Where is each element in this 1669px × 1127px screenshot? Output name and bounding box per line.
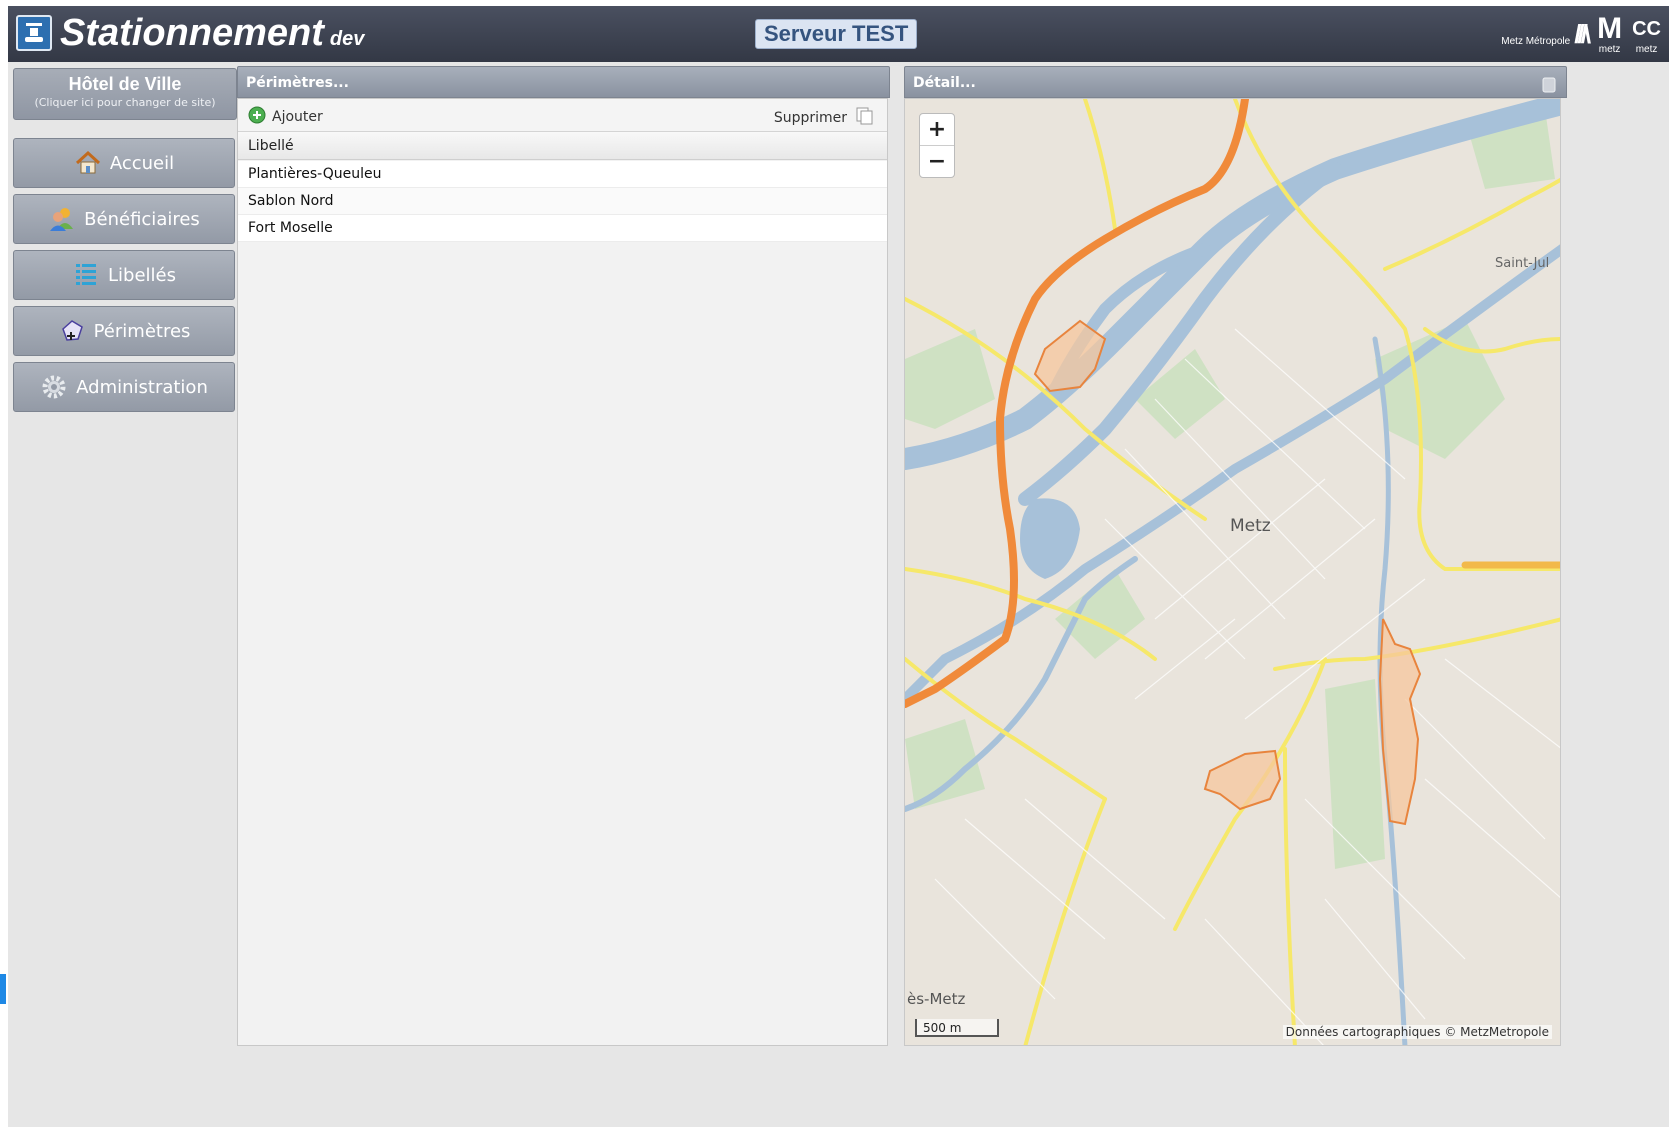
ccas-logo-text: metz (1635, 44, 1658, 55)
metz-metropole-logo-text: Metz Métropole (1501, 36, 1571, 47)
gear-icon (40, 373, 68, 401)
nav-beneficiaires-label: Bénéficiaires (84, 208, 200, 230)
site-hint: (Cliquer ici pour changer de site) (34, 96, 216, 109)
map-scale: 500 m (915, 1019, 999, 1037)
nav-libelles-label: Libellés (108, 264, 176, 286)
list-icon (72, 261, 100, 289)
map-attribution: Données cartographiques © MetzMetropole (1282, 1025, 1552, 1039)
delete-label: Supprimer (773, 110, 847, 126)
app-title: Stationnement dev (60, 10, 364, 62)
nav-administration-label: Administration (76, 376, 208, 398)
detail-panel-title: Détail... (913, 75, 976, 91)
table-row[interactable]: Plantières-Queuleu (238, 161, 887, 188)
ccas-icon: CC (1632, 18, 1661, 40)
table-row[interactable]: Sablon Nord (238, 188, 887, 215)
table-row[interactable]: Fort Moselle (238, 215, 887, 242)
metz-m-icon: M (1597, 12, 1623, 45)
add-button[interactable]: Ajouter (248, 106, 323, 128)
zoom-control: + − (919, 113, 955, 178)
add-label: Ajouter (272, 109, 323, 125)
nav-perimetres-label: Périmètres (93, 320, 191, 342)
nav-libelles-button[interactable]: Libellés (13, 250, 235, 300)
app-title-text: Stationnement (60, 12, 324, 54)
nav-perimetres-button[interactable]: Périmètres (13, 306, 235, 356)
perimetres-rows: Plantières-Queuleu Sablon Nord Fort Mose… (238, 161, 887, 242)
app-header: Stationnement dev Serveur TEST Metz Métro… (8, 6, 1669, 62)
partner-logos: Metz Métropole ///\ M metz CC metz (1501, 12, 1661, 56)
map-label-ne: Saint-Jul (1495, 256, 1549, 271)
perimetres-panel-header: Périmètres... (237, 66, 890, 98)
site-name: Hôtel de Ville (68, 74, 182, 94)
parking-logo-icon (16, 15, 52, 51)
map-label-sw: ès-Metz (907, 990, 966, 1008)
column-header-libelle[interactable]: Libellé (238, 132, 887, 160)
ccas-logo: CC metz (1632, 13, 1661, 55)
nav-accueil-button[interactable]: Accueil (13, 138, 235, 188)
app-env-label: dev (329, 28, 365, 50)
site-selector-button[interactable]: Hôtel de Ville (Cliquer ici pour changer… (13, 68, 237, 120)
nav-beneficiaires-button[interactable]: Bénéficiaires (13, 194, 235, 244)
copy-icon (855, 106, 875, 130)
nav-accueil-label: Accueil (109, 152, 175, 174)
server-badge: Serveur TEST (755, 19, 918, 49)
map-city-label: Metz (1230, 516, 1271, 536)
delete-button[interactable]: Supprimer (774, 106, 875, 130)
app-shell: Stationnement dev Serveur TEST Metz Métro… (0, 6, 1669, 1127)
perimetres-panel-title: Périmètres... (246, 75, 349, 91)
zoom-out-button[interactable]: − (920, 145, 954, 177)
metz-metropole-logo: Metz Métropole ///\ (1501, 19, 1591, 49)
nav-administration-button[interactable]: Administration (13, 362, 235, 412)
metz-logo: M metz (1597, 13, 1622, 55)
add-icon (248, 106, 266, 128)
grid-toolbar: Ajouter Supprimer (238, 99, 887, 132)
users-icon (48, 205, 76, 233)
perimetres-grid: Ajouter Supprimer Libellé Plantières-Que… (237, 98, 888, 1046)
zoom-in-button[interactable]: + (920, 114, 954, 145)
home-icon (74, 149, 102, 177)
detail-panel-header: Détail... (904, 66, 1567, 98)
map-view[interactable]: Metz Saint-Jul ès-Metz + − 500 m Données… (904, 98, 1561, 1046)
metropole-swirl-icon: ///\ (1574, 19, 1591, 49)
map-canvas[interactable]: Metz Saint-Jul ès-Metz (905, 99, 1561, 1046)
page-edge-accent (0, 974, 6, 1004)
metz-logo-text: metz (1598, 44, 1621, 55)
polygon-add-icon (58, 317, 86, 345)
